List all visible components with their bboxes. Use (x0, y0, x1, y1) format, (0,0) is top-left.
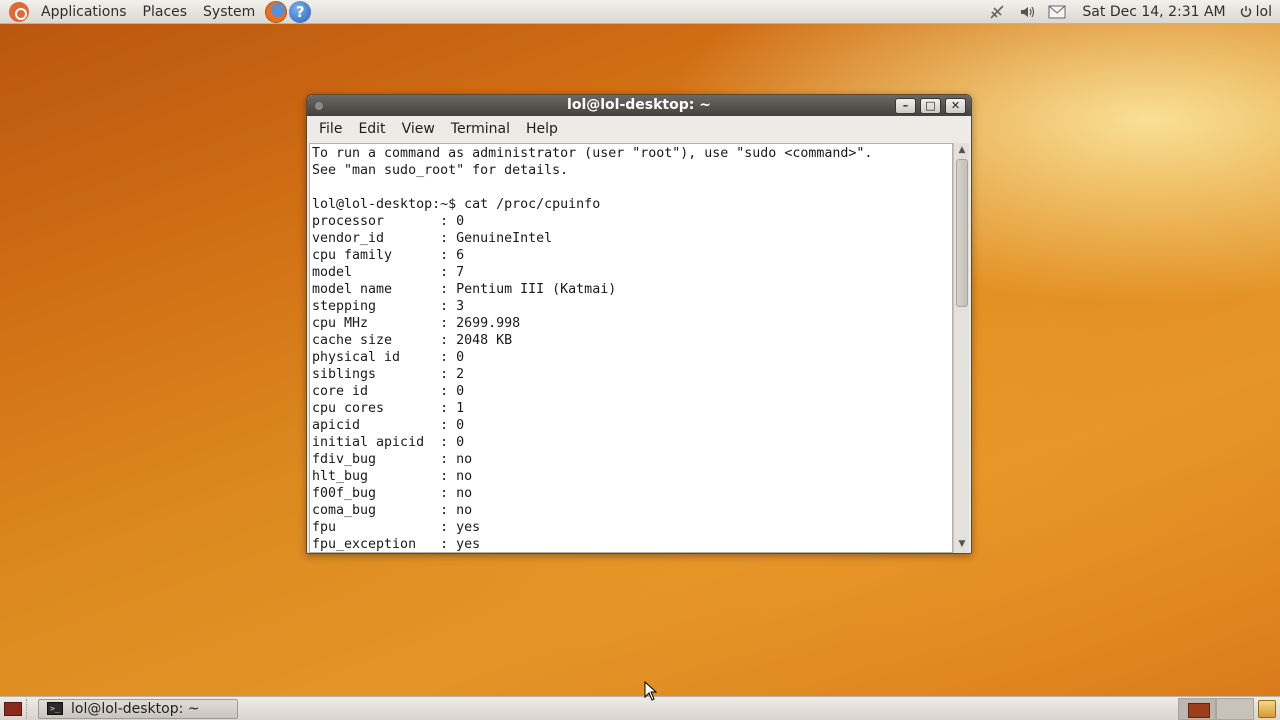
terminal-line: vendor_id : GenuineIntel (312, 231, 553, 246)
menu-view[interactable]: View (394, 121, 443, 137)
window-title: lol@lol-desktop: ~ (567, 97, 711, 113)
ubuntu-logo-icon[interactable] (9, 1, 29, 22)
terminal-window: lol@lol-desktop: ~ – □ ✕ File Edit View … (306, 94, 972, 554)
terminal-line: coma_bug : no (312, 503, 473, 518)
bottom-panel: >_ lol@lol-desktop: ~ (0, 696, 1280, 720)
firefox-icon[interactable] (265, 0, 288, 23)
terminal-output[interactable]: To run a command as administrator (user … (309, 143, 953, 553)
vertical-scrollbar[interactable]: ▲ ▼ (953, 143, 969, 553)
terminal-line: model name : Pentium III (Katmai) (312, 282, 617, 297)
terminal-icon: >_ (47, 702, 63, 715)
terminal-line: siblings : 2 (312, 367, 465, 382)
network-icon[interactable] (986, 2, 1008, 22)
terminal-line: To run a command as administrator (user … (312, 146, 873, 161)
terminal-line: See "man sudo_root" for details. (312, 163, 569, 178)
taskbar-terminal-button[interactable]: >_ lol@lol-desktop: ~ (38, 698, 238, 719)
volume-icon[interactable] (1016, 2, 1038, 22)
workspace-2[interactable] (1216, 697, 1254, 720)
window-titlebar[interactable]: lol@lol-desktop: ~ – □ ✕ (307, 95, 971, 116)
workspace-switcher (1178, 697, 1254, 720)
places-menu[interactable]: Places (135, 0, 196, 24)
window-menubar: File Edit View Terminal Help (307, 116, 971, 142)
top-panel: Applications Places System ? Sat Dec 14,… (0, 0, 1280, 24)
terminal-line: lol@lol-desktop:~$ cat /proc/cpuinfo (312, 197, 601, 212)
system-menu[interactable]: System (195, 0, 263, 24)
applications-menu[interactable]: Applications (33, 0, 135, 24)
terminal-line: core id : 0 (312, 384, 465, 399)
terminal-line: fpu_exception : yes (312, 537, 481, 552)
terminal-line: apicid : 0 (312, 418, 465, 433)
help-icon[interactable]: ? (289, 0, 312, 23)
user-name: lol (1255, 3, 1272, 20)
menu-file[interactable]: File (311, 121, 350, 137)
terminal-line: model : 7 (312, 265, 465, 280)
mail-icon[interactable] (1046, 2, 1068, 22)
panel-separator (26, 698, 32, 719)
menu-terminal[interactable]: Terminal (443, 121, 518, 137)
power-icon (1240, 6, 1251, 18)
taskbar-label: lol@lol-desktop: ~ (71, 700, 200, 717)
panel-tray: Sat Dec 14, 2:31 AM lol (982, 0, 1280, 24)
maximize-button[interactable]: □ (920, 97, 941, 114)
mouse-pointer-icon (644, 681, 658, 701)
scroll-down-icon[interactable]: ▼ (954, 537, 970, 551)
menu-edit[interactable]: Edit (350, 121, 393, 137)
clock[interactable]: Sat Dec 14, 2:31 AM (1072, 4, 1235, 20)
terminal-line: cpu family : 6 (312, 248, 465, 263)
minimize-button[interactable]: – (895, 97, 916, 114)
show-desktop-button[interactable] (4, 701, 22, 716)
close-button[interactable]: ✕ (945, 97, 966, 114)
terminal-text: To run a command as administrator (user … (310, 144, 952, 552)
user-menu[interactable]: lol (1236, 4, 1280, 20)
terminal-line: stepping : 3 (312, 299, 465, 314)
scroll-up-icon[interactable]: ▲ (954, 143, 970, 157)
terminal-line: fdiv_bug : no (312, 452, 473, 467)
terminal-line: processor : 0 (312, 214, 465, 229)
workspace-1[interactable] (1178, 697, 1216, 720)
scroll-thumb[interactable] (956, 159, 968, 307)
terminal-line: cpu MHz : 2699.998 (312, 316, 521, 331)
terminal-line: fpu : yes (312, 520, 481, 535)
terminal-line: cpu cores : 1 (312, 401, 465, 416)
terminal-line: cache size : 2048 KB (312, 333, 513, 348)
menu-help[interactable]: Help (518, 121, 566, 137)
terminal-line: hlt_bug : no (312, 469, 473, 484)
trash-icon[interactable] (1258, 699, 1276, 718)
terminal-line: f00f_bug : no (312, 486, 473, 501)
terminal-line: initial apicid : 0 (312, 435, 465, 450)
terminal-line: physical id : 0 (312, 350, 465, 365)
